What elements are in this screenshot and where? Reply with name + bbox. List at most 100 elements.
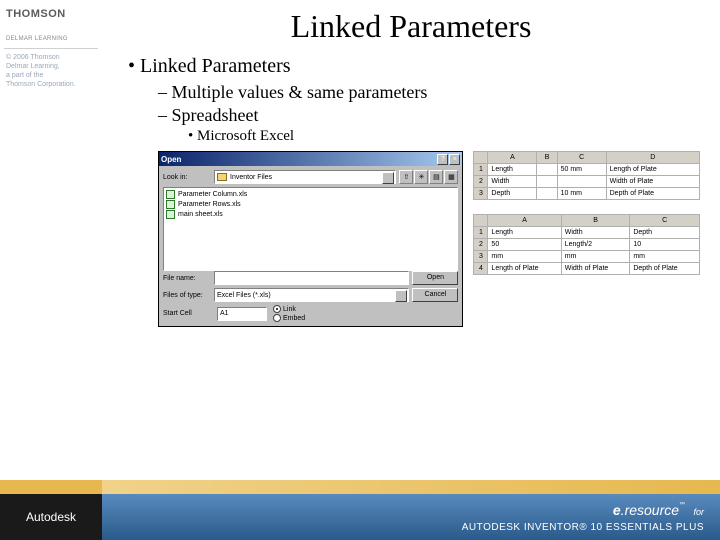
bullet-text: Spreadsheet (172, 105, 259, 125)
copyright-line: a part of the (6, 71, 96, 80)
file-item[interactable]: Parameter Column.xls (166, 190, 455, 199)
cell: Length of Plate (488, 263, 561, 275)
product-branding: e.e.resourceresource™ for AUTODESK INVEN… (102, 494, 720, 540)
file-name: Parameter Column.xls (178, 191, 247, 198)
table-row: 1Length50 mmLength of Plate (474, 164, 700, 176)
cell: Length (488, 227, 561, 239)
cell: Width (561, 227, 630, 239)
help-button[interactable]: ? (437, 154, 448, 165)
table-row: 2WidthWidth of Plate (474, 176, 700, 188)
dialog-body: Look in: Inventor Files ⇧ ✳ ▤ ▦ Paramete… (159, 166, 462, 326)
startcell-label: Start Cell (163, 310, 211, 317)
brand-name: THOMSON (6, 8, 96, 20)
cell: Depth of Plate (630, 263, 700, 275)
branding-stack: e.e.resourceresource™ for AUTODESK INVEN… (462, 502, 704, 533)
cancel-button[interactable]: Cancel (412, 288, 458, 302)
file-name: Parameter Rows.xls (178, 201, 241, 208)
cell: mm (488, 251, 561, 263)
cell: 50 mm (557, 164, 606, 176)
link-embed-radios: Link Embed (273, 305, 305, 322)
startcell-row: Start Cell A1 Link Embed (163, 305, 458, 322)
table-row: 3Depth10 mmDepth of Plate (474, 188, 700, 200)
filename-input[interactable] (214, 271, 409, 285)
col-header: B (561, 215, 630, 227)
folder-icon (217, 173, 227, 181)
cell: 50 (488, 239, 561, 251)
up-folder-icon[interactable]: ⇧ (399, 170, 413, 184)
sidebar: THOMSON ✶ DELMAR LEARNING © 2006 Thomson… (0, 0, 102, 540)
radio-embed[interactable]: Embed (273, 314, 305, 322)
spreadsheet-1: A B C D 1Length50 mmLength of Plate 2Wid… (473, 151, 700, 200)
row-header: 2 (474, 239, 488, 251)
autodesk-logo: Autodesk (0, 494, 102, 540)
file-name: main sheet.xls (178, 211, 223, 218)
cell (537, 176, 557, 188)
file-item[interactable]: main sheet.xls (166, 210, 455, 219)
row-header: 3 (474, 251, 488, 263)
cell (537, 188, 557, 200)
row-header: 1 (474, 227, 488, 239)
col-header: A (488, 152, 537, 164)
copyright-line: Thomson Corporation. (6, 80, 96, 89)
filetype-value: Excel Files (*.xls) (217, 292, 271, 299)
cell: Depth of Plate (606, 188, 699, 200)
row-header: 1 (474, 164, 488, 176)
col-header: D (606, 152, 699, 164)
filetype-dropdown[interactable]: Excel Files (*.xls) (214, 288, 409, 302)
bullet-text: Multiple values & same parameters (172, 82, 428, 102)
cell: Length of Plate (606, 164, 699, 176)
table-row: 1LengthWidthDepth (474, 227, 700, 239)
col-header: C (630, 215, 700, 227)
details-view-icon[interactable]: ▦ (444, 170, 458, 184)
spreadsheet-column: A B C D 1Length50 mmLength of Plate 2Wid… (473, 151, 700, 327)
row-header: 2 (474, 176, 488, 188)
cell (557, 176, 606, 188)
radio-link[interactable]: Link (273, 305, 305, 313)
bullet-level3: Microsoft Excel (188, 128, 700, 145)
cell: Width (488, 176, 537, 188)
corner-cell (474, 215, 488, 227)
accent-segment (0, 480, 102, 494)
close-button[interactable]: × (449, 154, 460, 165)
excel-file-icon (166, 200, 175, 209)
header-row: A B C (474, 215, 700, 227)
copyright-line: © 2006 Thomson (6, 53, 96, 62)
bullet-level2: Multiple values & same parameters (158, 82, 700, 103)
open-button[interactable]: Open (412, 271, 458, 285)
bullet-level1: Linked Parameters (128, 55, 700, 78)
for-text: for (693, 507, 704, 517)
list-view-icon[interactable]: ▤ (429, 170, 443, 184)
excel-file-icon (166, 210, 175, 219)
new-folder-icon[interactable]: ✳ (414, 170, 428, 184)
lookin-value: Inventor Files (230, 174, 272, 181)
cell: mm (630, 251, 700, 263)
file-item[interactable]: Parameter Rows.xls (166, 200, 455, 209)
excel-file-icon (166, 190, 175, 199)
open-dialog: Open ? × Look in: Inventor Files ⇧ ✳ (158, 151, 463, 327)
cell: Depth (630, 227, 700, 239)
bullet-text: Linked Parameters (140, 55, 291, 77)
cell: 10 mm (557, 188, 606, 200)
col-header: A (488, 215, 561, 227)
corner-cell (474, 152, 488, 164)
dialog-titlebar: Open ? × (159, 152, 462, 166)
cell: Width of Plate (561, 263, 630, 275)
lookin-row: Look in: Inventor Files ⇧ ✳ ▤ ▦ (163, 170, 458, 184)
col-header: C (557, 152, 606, 164)
brand-subtitle: DELMAR LEARNING (6, 36, 96, 42)
radio-label: Link (283, 306, 296, 313)
table-row: 250Length/210 (474, 239, 700, 251)
startcell-input[interactable]: A1 (217, 307, 267, 321)
file-list[interactable]: Parameter Column.xls Parameter Rows.xls … (163, 187, 458, 271)
cell: Depth (488, 188, 537, 200)
lookin-dropdown[interactable]: Inventor Files (214, 170, 396, 184)
radio-icon (273, 314, 281, 322)
titlebar-buttons: ? × (437, 154, 460, 165)
slide-content: Linked Parameters Linked Parameters Mult… (102, 0, 720, 480)
star-icon: ✶ (6, 26, 13, 35)
filename-row: File name: Open (163, 271, 458, 285)
footer-accent-bar (0, 480, 720, 494)
accent-segment (102, 480, 720, 494)
radio-icon (273, 305, 281, 313)
cell: Length/2 (561, 239, 630, 251)
